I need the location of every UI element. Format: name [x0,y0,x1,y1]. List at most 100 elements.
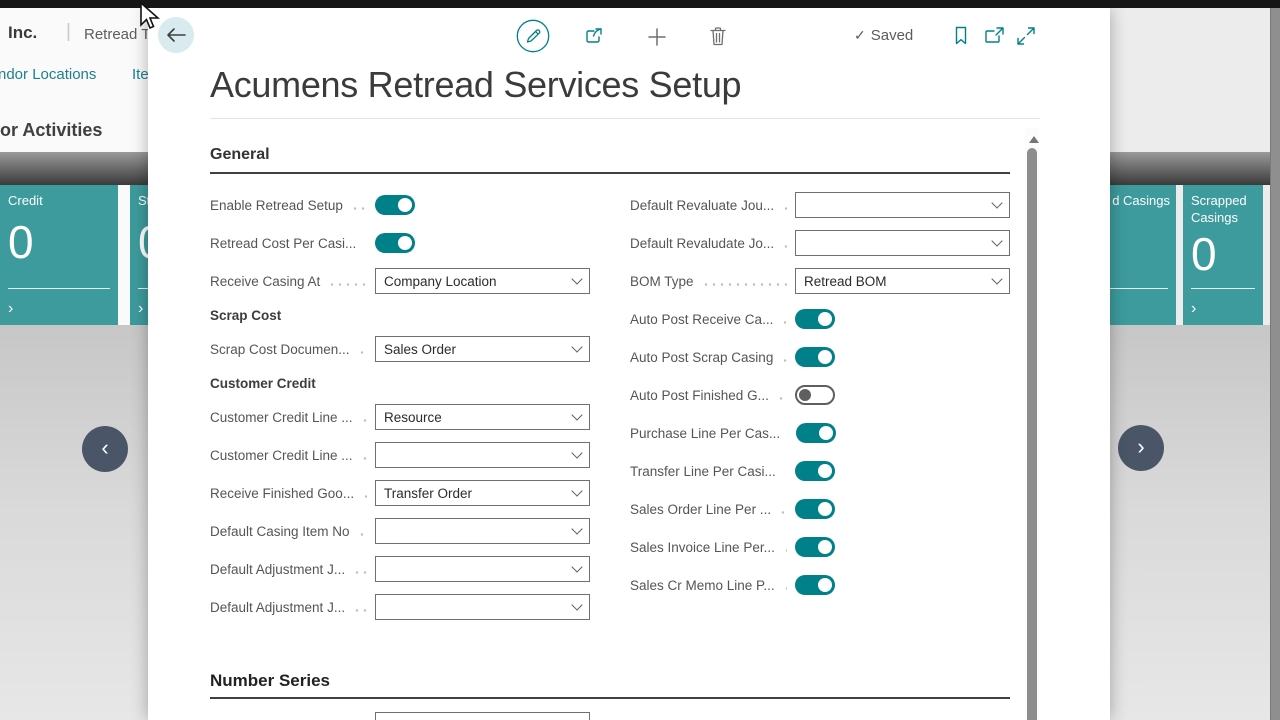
tile-underline [1191,288,1255,289]
share-button[interactable] [583,25,605,47]
dotted-leader [353,571,367,574]
cue-tile-casings[interactable]: d Casings › [1110,185,1176,325]
toggle-auto-post-finished-g[interactable] [795,385,835,405]
field-control [375,556,590,582]
toggle-sales-invoice-line-per[interactable] [795,537,835,557]
delete-button[interactable] [708,25,728,47]
dotted-leader [779,511,787,514]
dotted-leader [783,587,787,590]
activities-heading: or Activities [0,120,102,141]
cue-tile-st[interactable]: St 0 › [130,185,148,325]
cue-tile-scrapped-casings[interactable]: Scrapped Casings 0 › [1183,185,1263,325]
share-icon [583,25,605,47]
link-items[interactable]: Ite [132,66,148,83]
carousel-next-button[interactable]: › [1118,425,1164,471]
back-button[interactable] [158,17,194,53]
section-rule [210,172,1010,174]
browser-scrollbar[interactable] [1270,8,1280,720]
field-control [795,461,1010,481]
dotted-leader [358,533,367,536]
expand-page-button[interactable] [1016,26,1036,46]
chevron-right-icon: › [1191,301,1196,317]
combobox-default-revaludate-jo[interactable] [795,230,1010,256]
open-in-new-window-button[interactable] [983,26,1006,46]
toggle-auto-post-receive-ca[interactable] [795,309,835,329]
combobox-value: Sales Order [384,342,456,357]
section-header-number-series[interactable]: Number Series [210,671,330,691]
field-control [795,230,1010,256]
field-control [795,192,1010,218]
field-row: Purchase Line Per Cas... [630,414,1010,452]
toggle-sales-cr-memo-line-p[interactable] [795,575,835,595]
combobox-customer-credit-line[interactable] [375,442,590,468]
page-title: Acumens Retread Services Setup [210,64,741,106]
toggle-knob [818,350,832,364]
field-label: Default Revaluate Jou... [630,198,774,213]
combobox-value: Resource [384,410,442,425]
field-control [375,195,590,215]
field-control [795,309,1010,329]
field-row: Default Adjustment J... [210,550,590,588]
field-row: Sales Order Line Per ... [630,490,1010,528]
field-label: Purchase Line Per Cas... [630,426,780,441]
combobox-customer-credit-line[interactable]: Resource [375,404,590,430]
pane-scrollbar-thumb[interactable] [1027,148,1037,720]
combobox-bom-type[interactable]: Retread BOM [795,268,1010,294]
toggle-auto-post-scrap-casing[interactable] [795,347,835,367]
field-control [375,518,590,544]
field-row: Customer Credit Line ... [210,436,590,474]
combobox-receive-finished-goo[interactable]: Transfer Order [375,480,590,506]
cue-tile-credit[interactable]: Credit 0 › [0,185,118,325]
tile-value: 0 [8,215,35,269]
tile-value: 0 [138,215,148,269]
field-control: Company Location [375,268,590,294]
field-row: Retread Cost Per Casi... [210,224,590,262]
expand-diagonal-icon [1016,26,1036,46]
chevron-down-icon [571,341,582,352]
field-label: Retread Cost Per Casi... [210,236,356,251]
chevron-down-icon [571,409,582,420]
new-button[interactable] [647,27,667,47]
combobox-scrap-cost-documen[interactable]: Sales Order [375,336,590,362]
combobox-default-adjustment-j[interactable] [375,556,590,582]
field-label: Customer Credit Line ... [210,448,353,463]
toggle-enable-retread-setup[interactable] [375,195,415,215]
dotted-leader [358,351,367,354]
combobox-receive-casing-at[interactable]: Company Location [375,268,590,294]
carousel-prev-button[interactable]: ‹ [82,426,128,472]
toggle-knob [818,578,832,592]
toggle-retread-cost-per-casi[interactable] [375,233,415,253]
background-lower-area [1110,325,1280,720]
combobox-default-revaluate-jou[interactable] [795,192,1010,218]
field-row: Auto Post Receive Ca... [630,300,1010,338]
toggle-sales-order-line-per[interactable] [795,499,835,519]
chevron-down-icon [571,447,582,458]
section-header-general[interactable]: General [210,146,270,164]
link-vendor-locations[interactable]: ndor Locations [0,66,96,83]
background-dark-band [0,152,148,185]
combobox-default-adjustment-j[interactable] [375,594,590,620]
toggle-transfer-line-per-casi[interactable] [795,461,835,481]
dotted-leader [353,609,367,612]
bookmark-button[interactable] [952,25,970,46]
nav-tab-retread[interactable]: Retread T [84,26,148,43]
field-control [795,537,1010,557]
dotted-leader [361,457,367,460]
field-label: Auto Post Scrap Casing [630,350,773,365]
toggle-knob [818,502,832,516]
field-label: Auto Post Finished G... [630,388,769,403]
scroll-up-arrow-icon[interactable] [1029,136,1039,143]
open-window-icon [983,26,1006,46]
toggle-purchase-line-per-cas[interactable] [796,423,836,443]
combobox-default-casing-item-no[interactable] [375,518,590,544]
background-lower-area [0,325,148,720]
edit-button[interactable] [516,19,550,53]
field-row: Enable Retread Setup [210,186,590,224]
field-label: Sales Invoice Line Per... [630,540,775,555]
field-control [795,347,1010,367]
field-control [796,423,1011,443]
field-row: Auto Post Finished G... [630,376,1010,414]
dotted-leader [364,245,367,248]
number-series-combobox[interactable] [375,712,590,720]
field-row: Customer Credit Line ...Resource [210,398,590,436]
